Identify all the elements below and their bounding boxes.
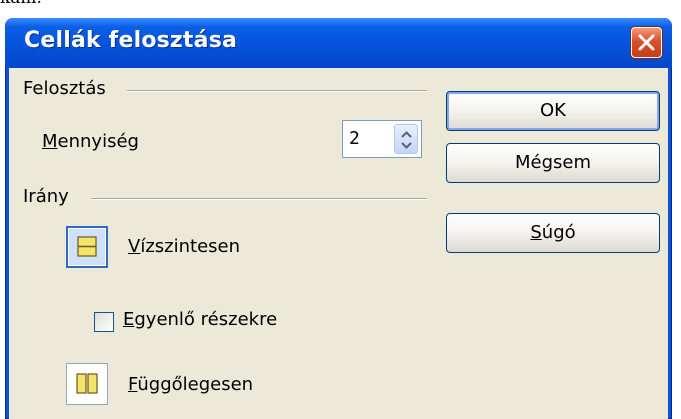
direction-group-label: Irány (23, 186, 69, 207)
quantity-value[interactable]: 2 (349, 128, 360, 149)
horizontal-label: Vízszintesen (128, 236, 241, 257)
vertical-split-button[interactable] (66, 363, 108, 405)
close-x-icon (638, 34, 655, 51)
split-group-label: Felosztás (23, 78, 106, 99)
split-cells-dialog: Cellák felosztása Felosztás Mennyiség 2 … (5, 18, 672, 419)
ok-button[interactable]: OK (446, 91, 660, 131)
equal-parts-label: Egyenlő részekre (123, 309, 278, 330)
horizontal-split-icon (77, 236, 97, 257)
split-group-separator (127, 90, 427, 92)
title-bar[interactable]: Cellák felosztása (5, 18, 672, 68)
background-text-fragment: kam. (0, 0, 681, 8)
vertical-label: Függőlegesen (128, 374, 254, 395)
dialog-title: Cellák felosztása (24, 28, 238, 53)
quantity-spin-buttons[interactable] (394, 124, 418, 154)
cancel-button[interactable]: Mégsem (446, 143, 660, 183)
close-button[interactable] (631, 27, 662, 58)
quantity-label: Mennyiség (42, 131, 139, 152)
dialog-body: Felosztás Mennyiség 2 Irány Vízszintesen… (9, 68, 668, 419)
vertical-split-icon (76, 373, 98, 394)
equal-parts-checkbox[interactable] (94, 312, 114, 332)
horizontal-split-button[interactable] (66, 226, 108, 268)
direction-group-separator (91, 198, 427, 200)
quantity-spinner[interactable]: 2 (342, 120, 422, 158)
help-button[interactable]: Súgó (446, 213, 660, 253)
spin-up-down-icon (401, 131, 412, 149)
